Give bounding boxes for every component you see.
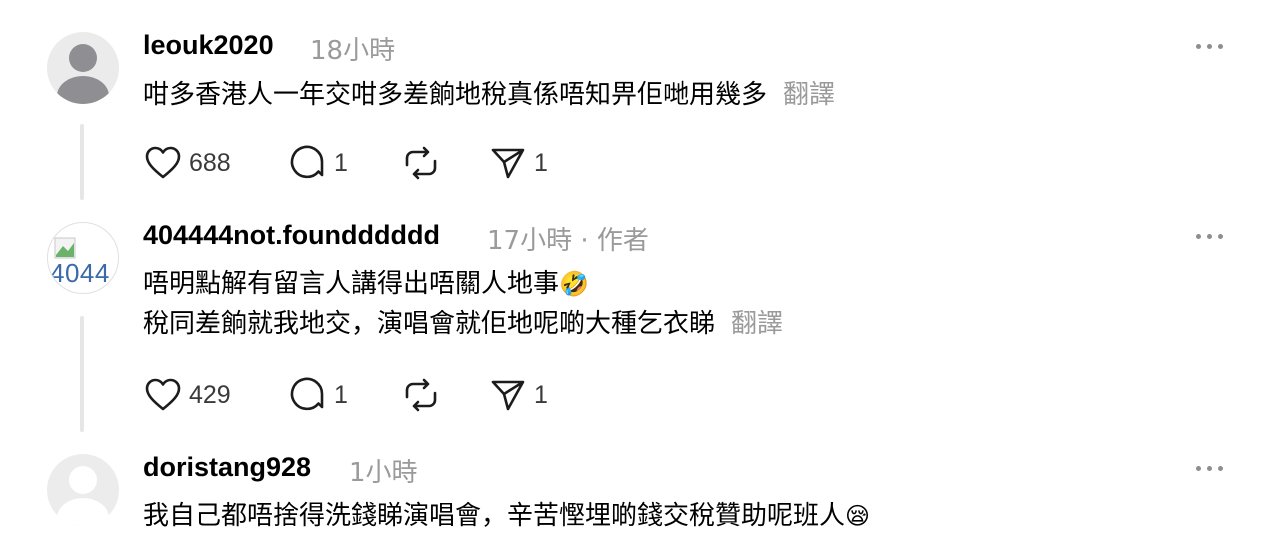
rofl-emoji: 🤣 bbox=[559, 270, 589, 298]
heart-icon bbox=[145, 378, 181, 411]
reply-button[interactable]: 1 bbox=[290, 377, 348, 413]
like-count: 688 bbox=[189, 148, 231, 177]
share-button[interactable]: 1 bbox=[490, 377, 548, 413]
username[interactable]: doristang928 bbox=[143, 452, 311, 483]
like-count: 429 bbox=[189, 380, 231, 409]
sleepy-emoji: 😪 bbox=[845, 502, 871, 530]
reply-count: 1 bbox=[334, 380, 348, 409]
content-line: 咁多香港人一年交咁多差餉地稅真係唔知畀佢哋用幾多 bbox=[143, 80, 768, 110]
content-line: 稅同差餉就我地交，演唱會就佢地呢啲大種乞衣睇 bbox=[143, 309, 716, 339]
send-icon bbox=[491, 380, 525, 411]
reply-button[interactable]: 1 bbox=[290, 145, 348, 181]
avatar-placeholder-icon bbox=[69, 466, 97, 494]
repost-icon bbox=[405, 378, 437, 412]
post-time-text: 17小時 bbox=[487, 226, 573, 256]
avatar-alt-text: 4044 bbox=[50, 258, 110, 288]
post-content: 我自己都唔捨得洗錢睇演唱會，辛苦慳埋啲錢交稅贊助呢班人😪 bbox=[143, 496, 870, 536]
username[interactable]: leouk2020 bbox=[143, 30, 274, 61]
content-line: 我自己都唔捨得洗錢睇演唱會，辛苦慳埋啲錢交稅贊助呢班人 bbox=[143, 501, 846, 531]
translate-link[interactable]: 翻譯 bbox=[731, 309, 783, 339]
more-options-icon[interactable] bbox=[1194, 39, 1226, 53]
post-content: 咁多香港人一年交咁多差餉地稅真係唔知畀佢哋用幾多 翻譯 bbox=[143, 75, 835, 115]
thread-line bbox=[80, 316, 84, 432]
post-time: 17小時 · 作者 bbox=[487, 220, 649, 257]
post-content: 唔明點解有留言人講得出唔關人地事🤣 稅同差餉就我地交，演唱會就佢地呢啲大種乞衣睇… bbox=[143, 264, 783, 344]
avatar-placeholder-icon bbox=[69, 44, 97, 72]
avatar-404444not[interactable]: 4044 bbox=[47, 222, 119, 294]
content-line: 唔明點解有留言人講得出唔關人地事 bbox=[143, 269, 560, 299]
like-button[interactable]: 688 bbox=[145, 145, 231, 181]
share-count: 1 bbox=[534, 380, 548, 409]
reply-count: 1 bbox=[334, 148, 348, 177]
author-badge: · 作者 bbox=[580, 226, 649, 256]
like-button[interactable]: 429 bbox=[145, 377, 231, 413]
more-options-icon[interactable] bbox=[1194, 229, 1226, 243]
heart-icon bbox=[145, 146, 181, 179]
repost-icon bbox=[405, 146, 437, 180]
thread-line bbox=[80, 124, 84, 200]
reply-bubble-icon bbox=[290, 145, 324, 179]
username[interactable]: 404444not.foundddddd bbox=[143, 220, 440, 251]
broken-image-icon bbox=[54, 237, 76, 259]
post-time: 18小時 bbox=[310, 36, 396, 66]
translate-link[interactable]: 翻譯 bbox=[783, 80, 835, 110]
share-button[interactable]: 1 bbox=[490, 145, 548, 181]
more-options-icon[interactable] bbox=[1194, 461, 1226, 475]
repost-button[interactable] bbox=[402, 145, 440, 181]
avatar-doristang928[interactable] bbox=[47, 454, 119, 526]
avatar-leouk2020[interactable] bbox=[47, 32, 119, 104]
send-icon bbox=[491, 148, 525, 179]
reply-bubble-icon bbox=[290, 377, 324, 411]
share-count: 1 bbox=[534, 148, 548, 177]
post-time: 1小時 bbox=[349, 458, 418, 488]
repost-button[interactable] bbox=[402, 377, 440, 413]
